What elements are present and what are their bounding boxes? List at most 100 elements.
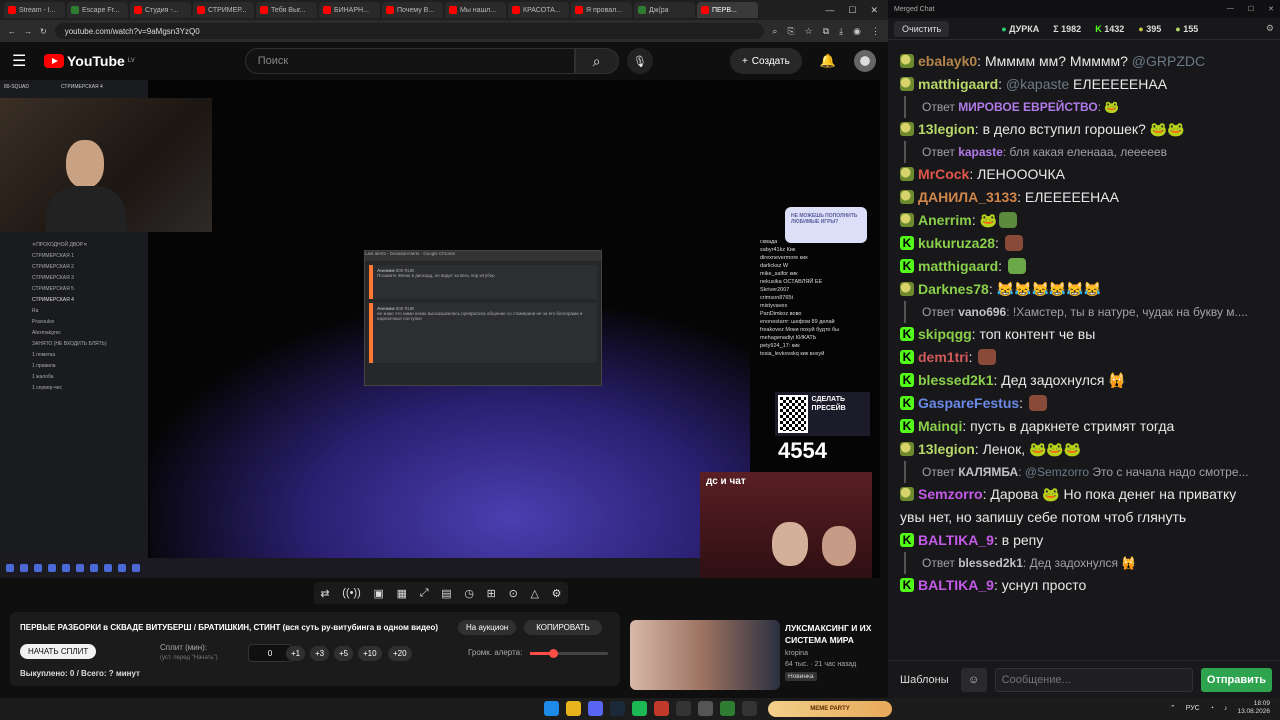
clock[interactable]: 18:09 13.08.2026 [1237,700,1270,716]
recommended-channel[interactable]: kropina [785,648,880,659]
player-control-icon[interactable]: ▤ [441,587,451,600]
chat-username[interactable]: Anerrim [918,212,972,228]
browser-tab[interactable]: Stream - I... [4,2,65,18]
spotify-icon[interactable] [632,701,647,716]
chat-username[interactable]: blessed2k1 [918,372,994,388]
copy-button[interactable]: КОПИРОВАТЬ [524,620,602,635]
maximize-icon[interactable]: ☐ [848,5,856,16]
clear-button[interactable]: Очистить [894,20,950,37]
chat-username[interactable]: BALTIKA_9 [918,532,994,548]
steam-icon[interactable] [610,701,625,716]
player-control-icon[interactable]: ▦ [397,587,407,600]
auction-button[interactable]: На аукцион [458,620,517,635]
volume-icon[interactable]: ♪ [1224,705,1228,712]
message-input[interactable] [994,667,1193,692]
gear-icon[interactable]: ⚙ [1266,23,1274,34]
chat-username[interactable]: BALTIKA_9 [918,577,994,593]
player-control-icon[interactable]: ▣ [373,587,383,600]
chat-username[interactable]: Darknes78 [918,281,989,297]
reply-username[interactable]: kapaste [958,145,1003,159]
chat-username[interactable]: GaspareFestus [918,395,1019,411]
mention[interactable]: @kapaste [1006,76,1069,92]
split-step-button[interactable]: +1 [286,646,306,661]
chat-username[interactable]: skipqgg [918,326,972,342]
browser-tab[interactable]: ПЕРВ... [697,2,758,18]
youtube-logo[interactable]: YouTube LV [44,53,135,69]
chat-username[interactable]: Mainqi [918,418,962,434]
reload-icon[interactable]: ↻ [40,27,47,36]
split-step-button[interactable]: +3 [310,646,330,661]
microphone-icon[interactable]: 🎙 [626,48,653,74]
chat-username[interactable]: dem1tri [918,349,969,365]
player-control-icon[interactable]: △ [530,587,538,600]
reply-username[interactable]: blessed2k1 [958,556,1023,570]
app-icon[interactable] [742,701,757,716]
browser-tab[interactable]: Почему В... [382,2,443,18]
app-icon[interactable] [720,701,735,716]
maximize-icon[interactable]: ☐ [1248,5,1254,13]
send-button[interactable]: Отправить [1200,667,1272,692]
player-control-icon[interactable]: ⊞ [487,587,496,600]
more-icon[interactable]: ⋮ [871,26,880,37]
chat-username[interactable]: 13legion [918,441,975,457]
close-icon[interactable]: ✕ [870,5,878,16]
chat-username[interactable]: Semzorro [918,486,983,502]
player-control-icon[interactable]: ⊙ [509,587,518,600]
volume-knob[interactable] [549,649,559,658]
minimize-icon[interactable]: — [1227,5,1234,13]
download-icon[interactable]: ⤓ [839,26,843,37]
forward-icon[interactable]: → [24,27,32,36]
app-icon[interactable] [676,701,691,716]
player-control-icon[interactable]: ((•)) [342,587,361,599]
game-badge[interactable]: MEME PARTY [768,701,892,717]
hamburger-menu-icon[interactable]: ☰ [12,51,34,71]
avatar[interactable] [854,50,876,72]
split-step-button[interactable]: +5 [334,646,354,661]
chat-username[interactable]: MrCock [918,166,969,182]
browser-tab[interactable]: Мы нашл... [445,2,506,18]
share-icon[interactable]: ⎘ [787,26,794,37]
emoji-icon[interactable]: ☺ [960,667,987,692]
mention[interactable]: @GRPZDC [1132,53,1205,69]
browser-tab[interactable]: Студия -... [130,2,191,18]
browser-tab[interactable]: Тебя Выг... [256,2,317,18]
recommended-title[interactable]: ЛУКСМАКСИНГ И ИХ СИСТЕМА МИРА [785,622,880,646]
reply-username[interactable]: vano696 [958,305,1006,319]
star-icon[interactable]: ☆ [805,26,813,37]
chat-username[interactable]: 13legion [918,121,975,137]
close-icon[interactable]: ✕ [1268,5,1274,13]
notifications-bell-icon[interactable]: 🔔 [820,53,836,69]
recommended-thumbnail[interactable] [630,620,780,690]
obs-icon[interactable] [654,701,669,716]
create-button[interactable]: + Создать [729,48,802,74]
chat-username[interactable]: kukuruza28 [918,235,995,251]
templates-button[interactable]: Шаблоны [896,668,953,692]
chat-username[interactable]: matthigaard [918,258,998,274]
video-player[interactable]: ✕ПРОХОДНОЙ ДВОР✕ СТРИМЕРСКАЯ 1 СТРИМЕРСКАЯ… [0,80,880,578]
zoom-icon[interactable]: ⌕ [772,26,777,37]
browser-tab[interactable]: КРАСОТА... [508,2,569,18]
split-step-button[interactable]: +20 [388,646,412,661]
chat-username[interactable]: ebalayk0 [918,53,977,69]
volume-slider[interactable] [530,649,608,658]
browser-tab[interactable]: БИНАРН... [319,2,380,18]
profile-icon[interactable]: ◉ [853,26,861,37]
chrome-icon[interactable] [566,701,581,716]
chevron-up-icon[interactable]: ⌃ [1170,704,1176,712]
browser-tab[interactable]: Я провал... [571,2,632,18]
player-control-icon[interactable]: ⇄ [320,587,329,600]
search-input[interactable]: Поиск [244,48,575,74]
url-field[interactable]: youtube.com/watch?v=9aMgsn3YzQ0 [54,23,765,39]
browser-tab[interactable]: СТРИМЕР... [193,2,254,18]
mention[interactable]: @Semzorro [1025,465,1089,479]
discord-icon[interactable] [588,701,603,716]
windows-start-icon[interactable] [544,701,559,716]
extensions-icon[interactable]: ⧉ [823,26,829,37]
start-split-button[interactable]: НАЧАТЬ СПЛИТ [20,644,97,659]
reply-username[interactable]: КАЛЯМБА [958,465,1018,479]
app-icon[interactable] [698,701,713,716]
recommended-video[interactable]: ЛУКСМАКСИНГ И ИХ СИСТЕМА МИРА kropina 64… [630,620,880,690]
lang-indicator[interactable]: РУС [1186,705,1200,712]
player-control-icon[interactable]: ⚙ [552,587,562,600]
chat-username[interactable]: ДАНИЛА_3133 [918,189,1017,205]
